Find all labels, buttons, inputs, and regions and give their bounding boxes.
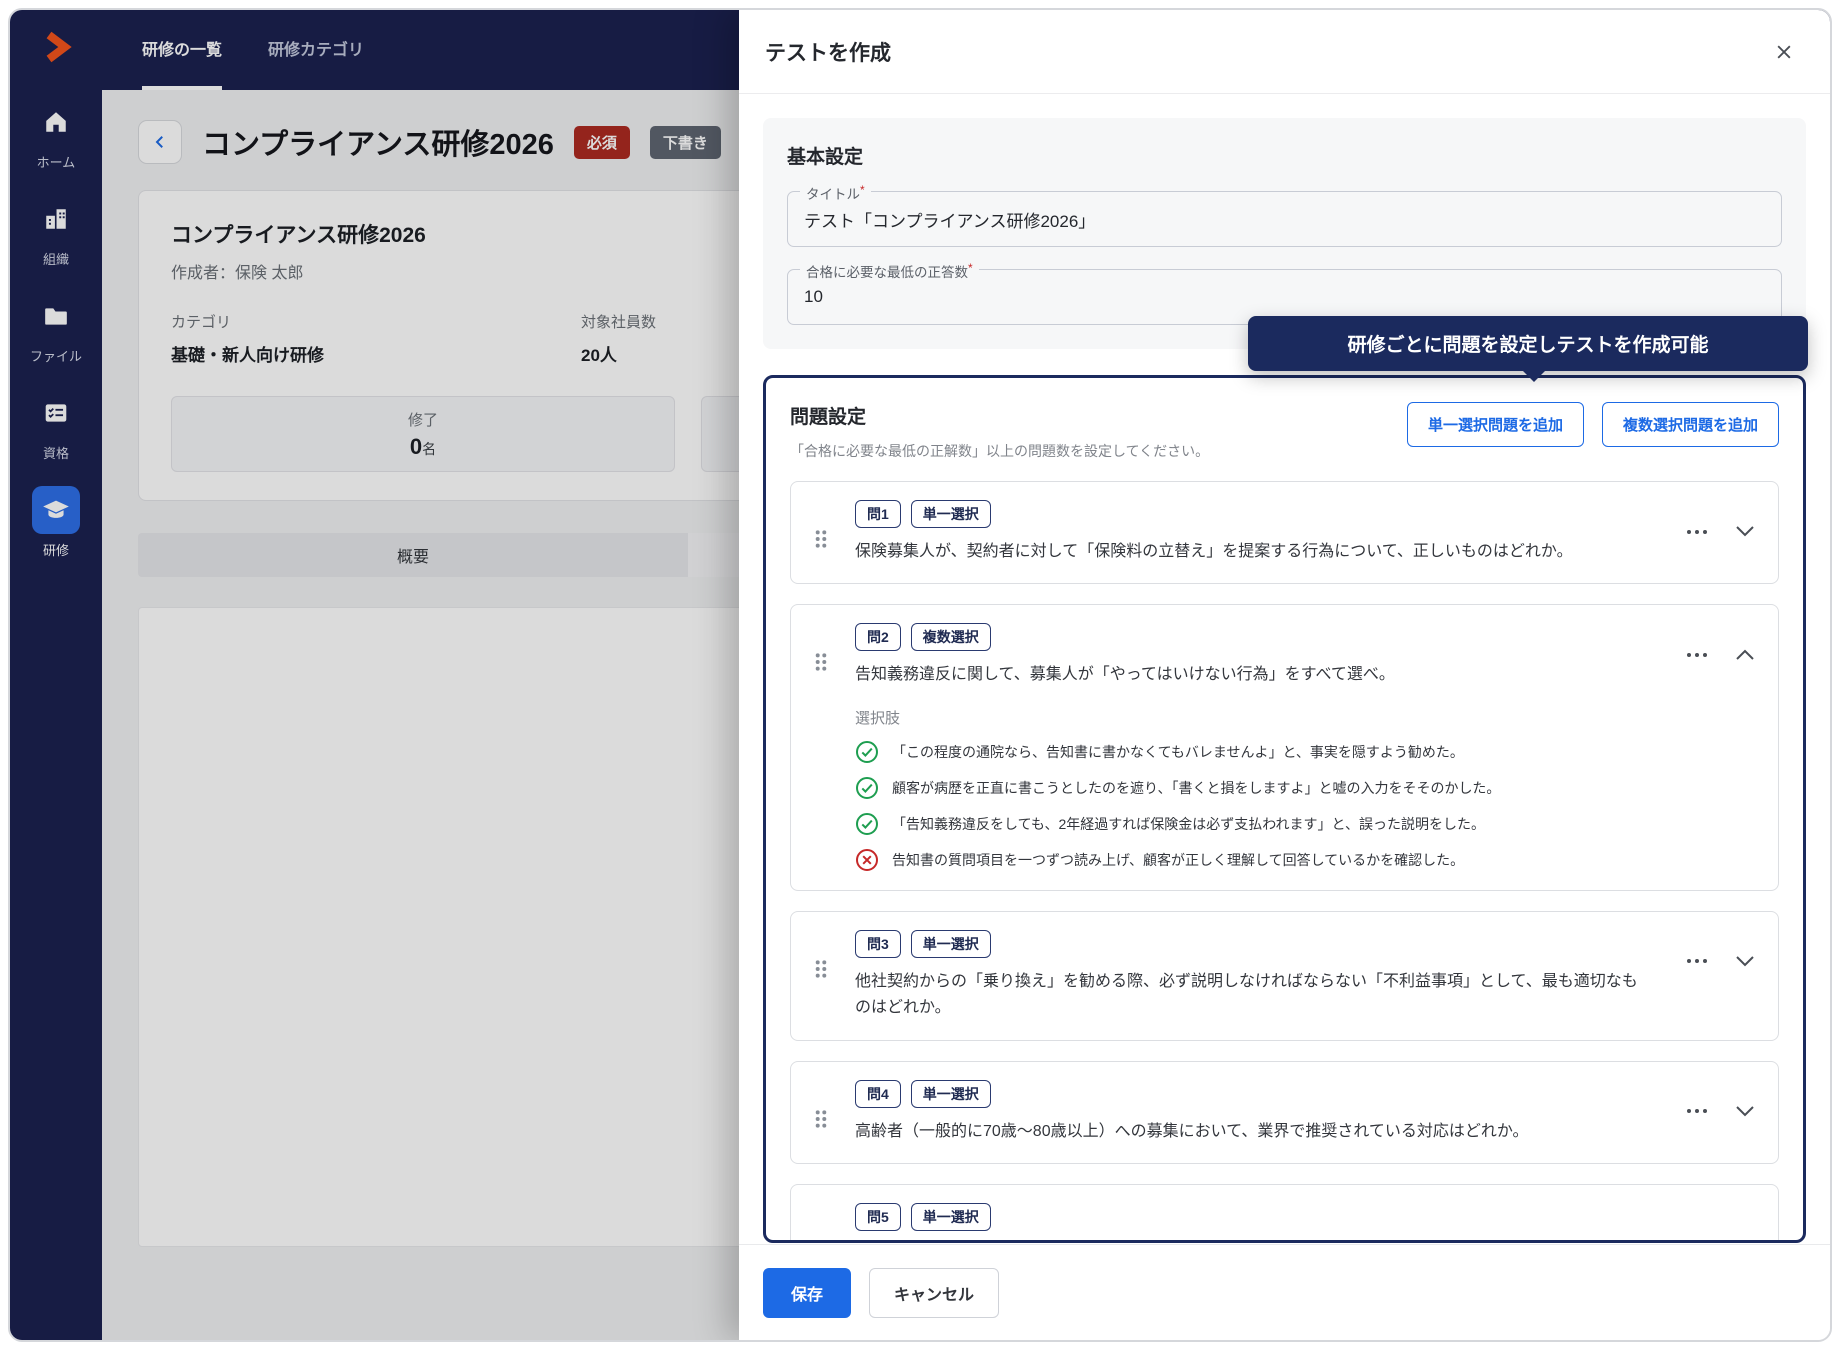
close-button[interactable] (1768, 36, 1800, 68)
question-badges: 問4 単一選択 (855, 1079, 1654, 1108)
create-test-modal: テストを作成 基本設定 タイトル* 合格に必要な最低の正答数* 研修ごとに問題を… (739, 10, 1830, 1340)
drag-handle-icon[interactable] (813, 528, 829, 550)
choice-text: 顧客が病歴を正直に書こうとしたのを遮り、「書くと損をしますよ」と嘘の入力をそその… (892, 779, 1501, 796)
drag-handle-icon[interactable] (813, 651, 829, 673)
more-icon (1687, 1109, 1707, 1114)
question-card-4: 問4 単一選択 高齢者（一般的に70歳〜80歳以上）への募集において、業界で推奨… (790, 1060, 1779, 1164)
question-text: 高齢者（一般的に70歳〜80歳以上）への募集において、業界で推奨されている対応は… (855, 1122, 1529, 1140)
modal-footer: 保存 キャンセル (739, 1244, 1830, 1340)
add-single-choice-button[interactable]: 単一選択問題を追加 (1406, 402, 1584, 447)
question-number-badge: 問4 (855, 1079, 901, 1108)
more-menu-button[interactable] (1682, 1104, 1712, 1118)
modal-body: 基本設定 タイトル* 合格に必要な最低の正答数* 研修ごとに問題を設定しテストを… (739, 94, 1830, 1244)
question-card-1: 問1 単一選択 保険募集人が、契約者に対して「保険料の立替え」を提案する行為につ… (790, 481, 1779, 585)
question-card-3: 問3 単一選択 他社契約からの「乗り換え」を勧める際、必ず説明しなければならない… (790, 910, 1779, 1041)
chevron-up-icon[interactable] (1732, 645, 1758, 664)
score-field-label: 合格に必要な最低の正答数* (800, 261, 979, 281)
chevron-down-icon[interactable] (1732, 522, 1758, 541)
question-actions (1682, 952, 1758, 971)
question-text: 告知義務違反に関して、募集人が「やってはいけない行為」をすべて選べ。 (855, 666, 1395, 684)
choice-text: 「告知義務違反をしても、2年経過すれば保険金は必ず支払われます」と、誤った説明を… (892, 815, 1485, 832)
chevron-down-icon[interactable] (1732, 952, 1758, 971)
question-main: 問5 単一選択 (855, 1202, 1754, 1231)
modal-title: テストを作成 (765, 41, 891, 65)
question-actions (1682, 645, 1758, 664)
question-card-2: 問2 複数選択 告知義務違反に関して、募集人が「やってはいけない行為」をすべて選… (790, 604, 1779, 891)
choice-text: 「この程度の通院なら、告知書に書かなくてもバレませんよ」と、事実を隠すよう勧めた… (892, 743, 1464, 760)
choice-row: 顧客が病歴を正直に書こうとしたのを遮り、「書くと損をしますよ」と嘘の入力をそその… (855, 776, 1754, 800)
more-menu-button[interactable] (1682, 648, 1712, 662)
question-text: 保険募集人が、契約者に対して「保険料の立替え」を提案する行為について、正しいもの… (855, 543, 1573, 560)
more-icon (1687, 652, 1707, 657)
question-settings-titles: 問題設定 「合格に必要な最低の正解数」以上の問題数を設定してください。 (790, 402, 1209, 461)
feature-tooltip: 研修ごとに問題を設定しテストを作成可能 (1248, 316, 1808, 371)
choice-row: 告知書の質問項目を一つずつ読み上げ、顧客が正しく理解して回答しているかを確認した… (855, 848, 1754, 872)
question-settings-title: 問題設定 (790, 407, 867, 428)
chevron-down-icon[interactable] (1732, 1102, 1758, 1121)
choices-label: 選択肢 (855, 709, 901, 727)
required-mark: * (860, 183, 865, 197)
basic-settings-title: 基本設定 (787, 147, 864, 168)
question-main: 問2 複数選択 告知義務違反に関して、募集人が「やってはいけない行為」をすべて選… (855, 623, 1754, 688)
question-text: 他社契約からの「乗り換え」を勧める際、必ず説明しなければならない「不利益事項」と… (855, 972, 1638, 1017)
question-type-badge: 単一選択 (910, 1079, 991, 1108)
question-settings-section: 問題設定 「合格に必要な最低の正解数」以上の問題数を設定してください。 単一選択… (763, 375, 1806, 1243)
basic-settings-section: 基本設定 タイトル* 合格に必要な最低の正答数* (763, 118, 1806, 349)
question-type-badge: 単一選択 (910, 1202, 991, 1231)
question-main: 問3 単一選択 他社契約からの「乗り換え」を勧める際、必ず説明しなければならない… (855, 929, 1754, 1022)
question-main: 問1 単一選択 保険募集人が、契約者に対して「保険料の立替え」を提案する行為につ… (855, 500, 1754, 565)
score-field-label-text: 合格に必要な最低の正答数 (806, 265, 968, 280)
choice-row: 「告知義務違反をしても、2年経過すれば保険金は必ず支払われます」と、誤った説明を… (855, 812, 1754, 836)
required-mark: * (968, 261, 973, 275)
more-menu-button[interactable] (1682, 954, 1712, 968)
add-question-buttons: 単一選択問題を追加 複数選択問題を追加 (1406, 402, 1779, 447)
correct-check-icon (856, 740, 878, 763)
cancel-button[interactable]: キャンセル (869, 1267, 1000, 1318)
more-icon (1687, 529, 1707, 534)
save-button[interactable]: 保存 (763, 1267, 852, 1318)
title-input[interactable] (788, 192, 1781, 246)
more-icon (1687, 959, 1707, 964)
question-main: 問4 単一選択 高齢者（一般的に70歳〜80歳以上）への募集において、業界で推奨… (855, 1079, 1754, 1145)
question-badges: 問2 複数選択 (855, 623, 1654, 652)
question-number-badge: 問5 (855, 1202, 901, 1231)
question-card-5: 問5 単一選択 (790, 1183, 1779, 1240)
question-type-badge: 単一選択 (910, 500, 991, 528)
question-badges: 問5 単一選択 (855, 1202, 1654, 1231)
more-menu-button[interactable] (1682, 525, 1712, 539)
correct-check-icon (856, 812, 878, 835)
question-actions (1682, 522, 1758, 541)
choice-row: 「この程度の通院なら、告知書に書かなくてもバレませんよ」と、事実を隠すよう勧めた… (855, 740, 1754, 764)
question-settings-hint: 「合格に必要な最低の正解数」以上の問題数を設定してください。 (790, 443, 1210, 459)
question-settings-header: 問題設定 「合格に必要な最低の正解数」以上の問題数を設定してください。 単一選択… (790, 402, 1779, 461)
drag-handle-icon[interactable] (813, 958, 829, 980)
title-field-wrapper: タイトル* (787, 183, 1782, 247)
feature-tooltip-text: 研修ごとに問題を設定しテストを作成可能 (1347, 335, 1709, 356)
question-actions (1682, 1102, 1758, 1121)
question-number-badge: 問3 (855, 929, 901, 958)
question-badges: 問3 単一選択 (855, 929, 1654, 958)
choice-text: 告知書の質問項目を一つずつ読み上げ、顧客が正しく理解して回答しているかを確認した… (892, 851, 1465, 868)
add-multi-choice-button[interactable]: 複数選択問題を追加 (1601, 402, 1779, 447)
question-badges: 問1 単一選択 (855, 500, 1654, 528)
question-number-badge: 問2 (855, 623, 901, 652)
modal-header: テストを作成 (739, 10, 1830, 94)
correct-check-icon (856, 776, 878, 799)
title-field-label-text: タイトル (806, 187, 860, 202)
question-number-badge: 問1 (855, 500, 901, 528)
title-field-label: タイトル* (800, 183, 871, 203)
question-type-badge: 複数選択 (910, 623, 991, 652)
app-window: ホーム 組織 ファイル 資格 研修 研修の一覧 研修カテゴリ コンプライアンス研… (8, 8, 1832, 1342)
drag-handle-icon[interactable] (813, 1108, 829, 1130)
close-icon (1777, 45, 1791, 58)
incorrect-cross-icon (856, 848, 878, 871)
question-type-badge: 単一選択 (910, 929, 991, 958)
